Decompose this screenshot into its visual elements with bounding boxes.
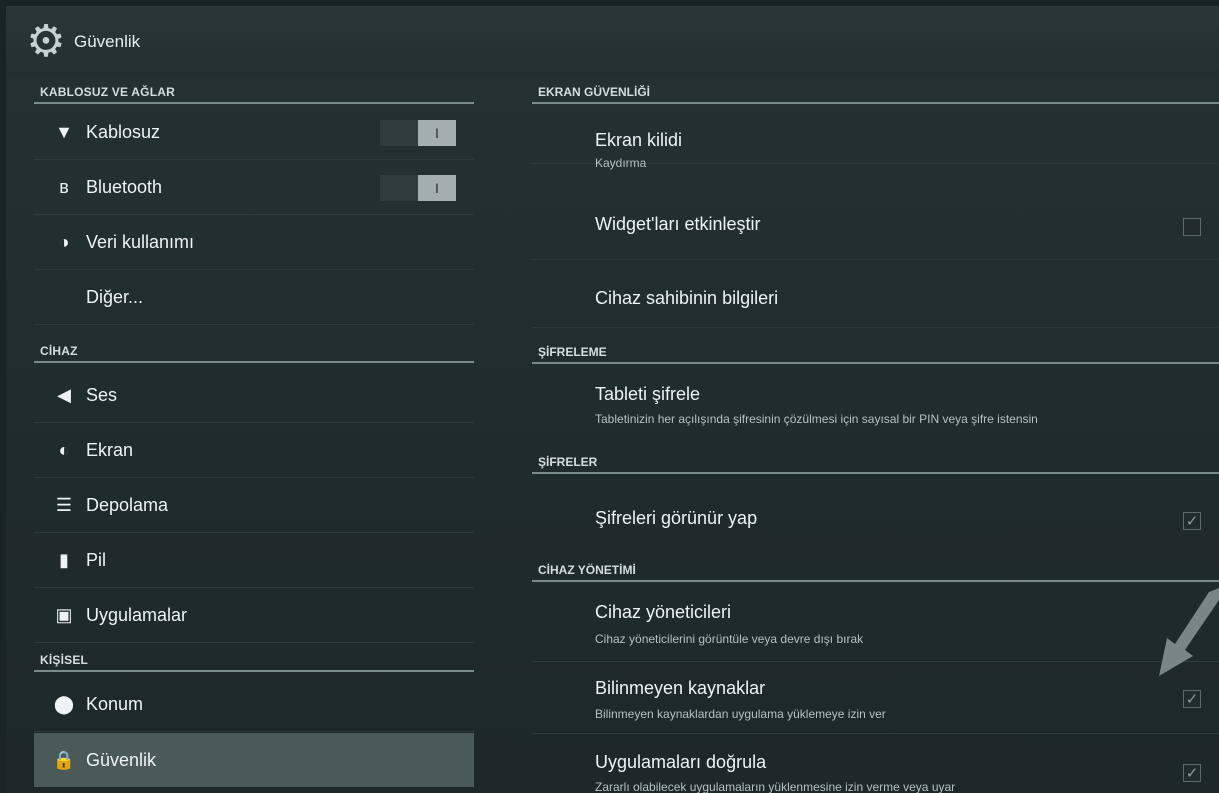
annotation-arrow-icon [1159,588,1219,676]
speaker-icon: ◀ [57,385,71,405]
nav-item-sound[interactable]: ◀ Ses [34,369,474,423]
nav-item-label: Kablosuz [86,122,161,142]
nav-item-display[interactable]: ◐ Ekran [34,424,474,478]
setting-title: Bilinmeyen kaynaklar [595,678,766,698]
setting-title: Şifreleri görünür yap [595,508,758,528]
nav-item-bluetooth[interactable]: ʙ Bluetooth I [34,161,474,215]
nav-item-storage[interactable]: ☰ Depolama [34,479,474,533]
nav-item-label: Depolama [86,495,169,515]
storage-icon: ☰ [55,495,73,515]
nav-item-security[interactable]: 🔒 Güvenlik [34,733,474,787]
nav-item-wifi[interactable]: ▼ Kablosuz I [34,106,474,160]
setting-title: Ekran kilidi [595,130,683,150]
nav-item-label: Diğer... [86,287,144,307]
wifi-toggle[interactable]: I [380,120,456,146]
nav-item-label: Ekran [86,440,134,460]
verify-apps-checkbox[interactable]: ✓ [1183,764,1201,782]
setting-device-admins[interactable]: Cihaz yöneticileri Cihaz yöneticilerini … [532,584,1219,662]
lock-icon: 🔒 [52,749,76,770]
toggle-knob: I [418,120,456,146]
setting-summary: Bilinmeyen kaynaklardan uygulama yükleme… [595,707,886,721]
setting-encrypt-tablet[interactable]: Tableti şifrele Tabletinizin her açılışı… [532,366,1219,442]
nav-item-label: Güvenlik [86,749,157,770]
gear-icon[interactable]: ⚙ [22,18,70,66]
toggle-knob: I [418,175,456,201]
section-header-screen-security: EKRAN GÜVENLİĞİ [532,78,1219,104]
setting-title: Cihaz yöneticileri [595,602,732,622]
widgets-checkbox[interactable] [1183,218,1201,236]
unknown-sources-checkbox[interactable]: ✓ [1183,690,1201,708]
data-usage-icon: ◑ [58,232,70,252]
action-bar: ⚙ Güvenlik [6,6,1219,76]
battery-icon: ▮ [59,550,69,570]
page-title: Güvenlik [74,32,141,51]
setting-owner-info[interactable]: Cihaz sahibinin bilgileri [532,260,1219,328]
nav-item-more[interactable]: Diğer... [34,271,474,325]
setting-summary: Zararlı olabilecek uygulamaların yüklenm… [595,780,956,793]
setting-title: Cihaz sahibinin bilgileri [595,288,779,308]
wifi-icon: ▼ [55,122,73,142]
nav-item-location[interactable]: ⬤ Konum [34,678,474,732]
security-settings: EKRAN GÜVENLİĞİ Ekran kilidi Kaydırma Wi… [532,78,1219,793]
setting-title: Uygulamaları doğrula [595,752,767,772]
section-header-personal: KİŞİSEL [34,646,474,672]
bluetooth-toggle[interactable]: I [380,175,456,201]
location-pin-icon: ⬤ [53,694,75,714]
setting-show-passwords[interactable]: Şifreleri görünür yap ✓ [532,476,1219,550]
setting-unknown-sources[interactable]: Bilinmeyen kaynaklar Bilinmeyen kaynakla… [532,662,1219,734]
section-header-device-admin: CİHAZ YÖNETİMİ [532,556,1219,582]
nav-item-label: Ses [86,385,118,405]
setting-verify-apps[interactable]: Uygulamaları doğrula Zararlı olabilecek … [532,734,1219,793]
nav-item-battery[interactable]: ▮ Pil [34,534,474,588]
nav-item-apps[interactable]: ▣ Uygulamalar [34,589,474,643]
nav-item-label: Pil [86,550,107,570]
section-header-device: CİHAZ [34,337,474,363]
section-header-wireless: KABLOSUZ VE AĞLAR [34,78,474,104]
setting-title: Tableti şifrele [595,384,701,404]
show-passwords-checkbox[interactable]: ✓ [1183,512,1201,530]
nav-item-label: Veri kullanımı [86,232,195,252]
setting-enable-widgets[interactable]: Widget'ları etkinleştir [532,164,1219,260]
setting-screen-lock[interactable]: Ekran kilidi Kaydırma [532,106,1219,170]
setting-summary: Tabletinizin her açılışında şifresinin ç… [595,412,1038,426]
section-header-encryption: ŞİFRELEME [532,338,1219,364]
setting-summary: Cihaz yöneticilerini görüntüle veya devr… [595,632,864,646]
apps-icon: ▣ [55,605,73,625]
brightness-icon: ◐ [58,440,70,460]
nav-item-label: Bluetooth [86,177,163,197]
bluetooth-icon: ʙ [59,177,69,197]
nav-item-label: Konum [86,694,144,714]
section-header-passwords: ŞİFRELER [532,448,1219,474]
settings-nav: KABLOSUZ VE AĞLAR ▼ Kablosuz I ʙ Bluetoo… [34,78,474,793]
nav-item-label: Uygulamalar [86,605,188,625]
nav-item-data-usage[interactable]: ◑ Veri kullanımı [34,216,474,270]
setting-title: Widget'ları etkinleştir [595,214,761,234]
settings-window: ⚙ Güvenlik KABLOSUZ VE AĞLAR ▼ Kablosuz … [6,6,1219,793]
